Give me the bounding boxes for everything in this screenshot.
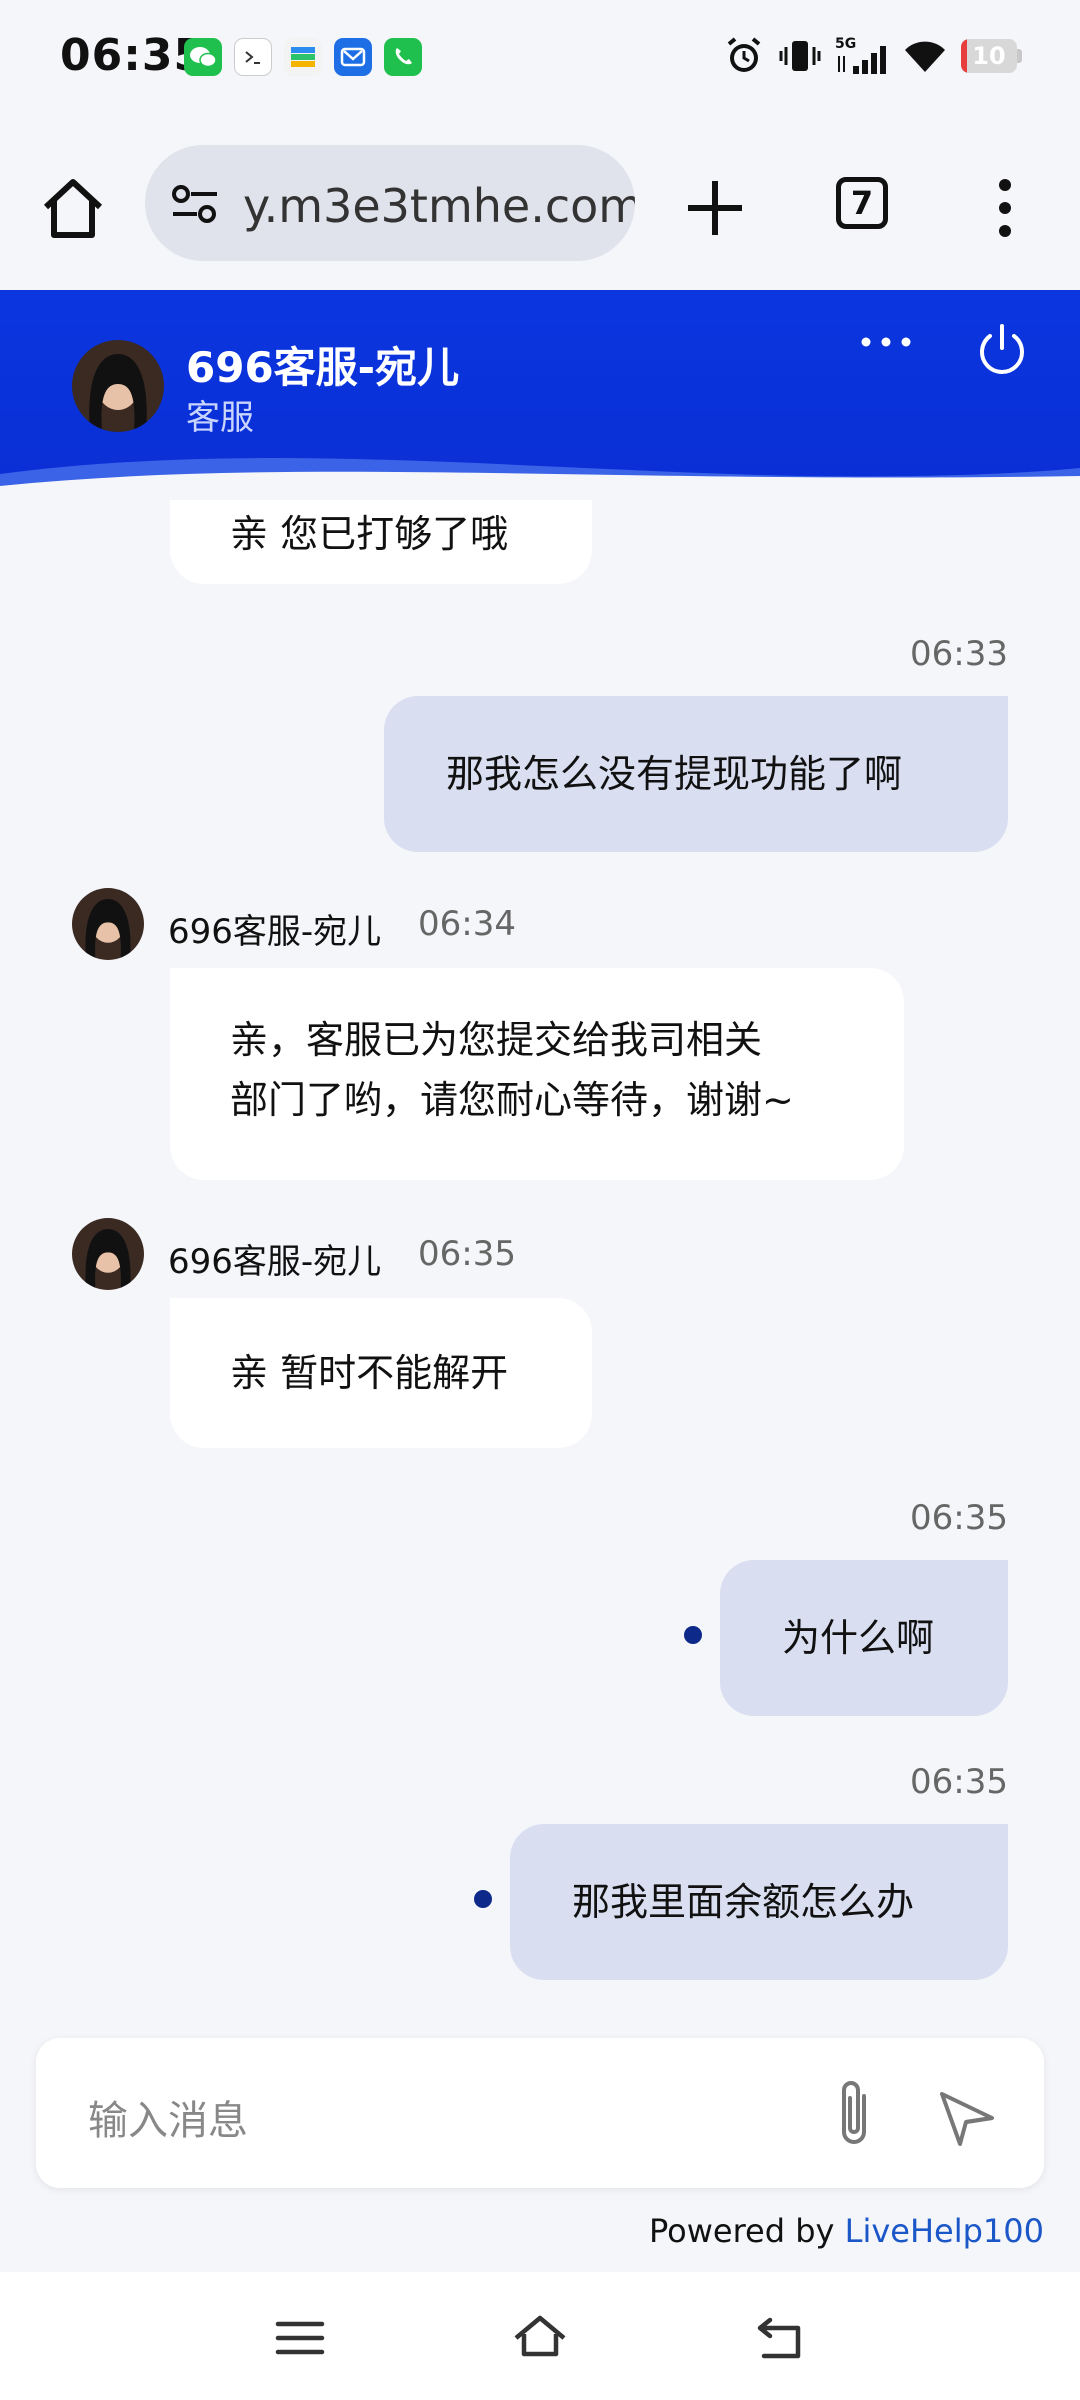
agent-avatar-small (72, 1218, 144, 1290)
browser-toolbar: y.m3e3tmhe.com 7 (0, 115, 1080, 290)
plus-icon[interactable] (682, 175, 748, 241)
message-time: 06:34 (418, 904, 516, 944)
powered-by: Powered by LiveHelp100 (649, 2212, 1044, 2250)
message-text: 为什么啊 (782, 1616, 935, 1660)
notification-icons (184, 38, 422, 76)
message-text: 那我里面余额怎么办 (572, 1880, 915, 1924)
powered-brand-link[interactable]: LiveHelp100 (845, 2212, 1044, 2250)
phone-icon (384, 38, 422, 76)
signal-icon: 5G (835, 36, 886, 74)
status-bar: 06:35 5G 10 (0, 0, 1080, 115)
home-icon[interactable] (38, 173, 108, 243)
agent-message: 亲 您已打够了哦 (170, 500, 592, 584)
system-icons: 5G 10 (723, 34, 1022, 78)
agent-message: 亲，客服已为您提交给我司相关 部门了哟，请您耐心等待，谢谢~ (170, 968, 904, 1180)
power-icon[interactable] (972, 320, 1032, 380)
message-time: 06:33 (910, 634, 1008, 674)
mail-icon (334, 38, 372, 76)
message-time: 06:35 (418, 1234, 516, 1274)
more-vert-icon[interactable] (990, 175, 1020, 241)
address-bar[interactable]: y.m3e3tmhe.com (145, 145, 635, 261)
agent-name: 696客服-宛儿 (186, 343, 460, 392)
agent-message: 亲 暂时不能解开 (170, 1298, 592, 1448)
message-time: 06:35 (910, 1498, 1008, 1538)
vibrate-icon (779, 41, 821, 71)
message-line: 部门了哟，请您耐心等待，谢谢~ (230, 1078, 794, 1122)
header-wave (0, 458, 1080, 500)
url-text[interactable]: y.m3e3tmhe.com (243, 179, 635, 233)
message-text: 亲 您已打够了哦 (230, 512, 509, 556)
user-message: 为什么啊 (720, 1560, 1008, 1716)
sender-name: 696客服-宛儿 (168, 912, 382, 952)
user-message: 那我里面余额怎么办 (510, 1824, 1008, 1980)
paperclip-icon[interactable] (824, 2074, 884, 2154)
message-input-box[interactable]: 输入消息 (36, 2038, 1044, 2188)
back-icon[interactable] (750, 2308, 810, 2368)
agent-role: 客服 (186, 398, 254, 438)
site-settings-icon[interactable] (169, 183, 221, 225)
network-label: 5G (835, 36, 856, 52)
home-nav-icon[interactable] (510, 2308, 570, 2368)
agent-avatar-small (72, 888, 144, 960)
battery-fill (961, 39, 967, 73)
message-time: 06:35 (910, 1762, 1008, 1802)
message-list[interactable]: 亲 您已打够了哦 06:33 那我怎么没有提现功能了啊 696客服-宛儿 06:… (0, 500, 1080, 2030)
agent-avatar (72, 340, 164, 432)
unread-indicator (684, 1626, 702, 1644)
terminal-icon (234, 38, 272, 76)
user-message: 那我怎么没有提现功能了啊 (384, 696, 1008, 852)
alarm-icon (727, 37, 761, 72)
tab-switcher-button[interactable]: 7 (836, 177, 888, 229)
menu-icon[interactable] (270, 2308, 330, 2368)
message-line: 亲，客服已为您提交给我司相关 (230, 1018, 763, 1062)
system-nav-bar (0, 2272, 1080, 2400)
battery-level: 10 (972, 42, 1006, 70)
wechat-icon (184, 38, 222, 76)
unread-indicator (474, 1890, 492, 1908)
sender-name: 696客服-宛儿 (168, 1242, 382, 1282)
message-input[interactable]: 输入消息 (88, 2088, 248, 2146)
chat-header: 696客服-宛儿 客服 (0, 290, 1080, 500)
message-text: 亲 暂时不能解开 (230, 1351, 509, 1395)
more-horiz-icon[interactable] (858, 330, 914, 354)
battery-indicator: 10 (961, 39, 1022, 73)
send-icon[interactable] (936, 2086, 998, 2148)
message-text: 那我怎么没有提现功能了啊 (446, 752, 903, 796)
wifi-icon (905, 41, 945, 72)
powered-prefix: Powered by (648, 2212, 845, 2250)
wallet-icon (284, 38, 322, 76)
